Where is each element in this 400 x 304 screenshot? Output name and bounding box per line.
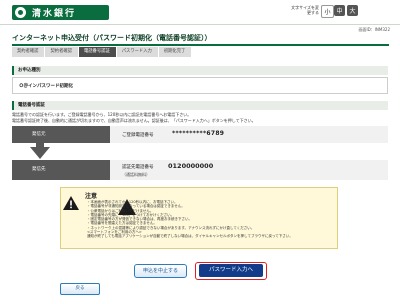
- caution-title: 注意: [85, 193, 98, 200]
- toll-free-note: （通話料無料）: [122, 172, 150, 177]
- application-type-value: Ｏ＠インパスワード初期化: [19, 84, 73, 89]
- caller-field-label: ご登録電話番号: [122, 133, 154, 138]
- application-type-box: Ｏ＠インパスワード初期化: [12, 77, 388, 94]
- bank-logo-icon: [15, 7, 26, 18]
- header-divider: [0, 24, 400, 25]
- step-5: 初期化完了: [158, 47, 192, 57]
- font-size-large-button[interactable]: 大: [347, 5, 358, 16]
- password-entry-button[interactable]: パスワード入力へ: [199, 264, 263, 277]
- phone-auth-instructions: 電話番号での認証を行います。ご登録電話番号から、120秒以内に認証先電話番号へお…: [12, 112, 388, 123]
- caller-phone-value: **********6789: [172, 130, 225, 137]
- caller-label: 発信元: [12, 126, 110, 143]
- caution-item: 通知が終了しても電話アプリケーションが自動で終了しない場合は、ダイヤルキャンセル…: [87, 234, 293, 239]
- warning-triangle-icon: [63, 196, 79, 210]
- back-button[interactable]: 戻る: [60, 283, 100, 295]
- step-2: 契約者確認: [45, 47, 78, 57]
- progress-steps: 契約者確認 契約者確認 電話番号認証 パスワード入力 初期化完了: [12, 47, 192, 57]
- application-type-heading: お申込種別: [12, 66, 388, 75]
- phone-auth-heading: 電話番号認証: [12, 101, 388, 110]
- bank-logo: 清水銀行: [12, 5, 109, 20]
- destination-phone-value: 0120000000: [168, 162, 214, 170]
- step-1: 契約者確認: [12, 47, 45, 57]
- bank-name: 清水銀行: [32, 9, 77, 19]
- instruction-line: 電話番号認証終了後、自動的に通話が切れますので、自動音声は流れません。認証後は、…: [12, 117, 256, 123]
- font-size-label: 文字サイズを変更する: [291, 5, 319, 15]
- destination-label: 発信先: [12, 160, 110, 180]
- font-size-small-button[interactable]: 小: [321, 5, 334, 18]
- font-size-medium-button[interactable]: 中: [334, 5, 345, 16]
- step-4: パスワード入力: [116, 47, 158, 57]
- page-title: インターネット申込受付（パスワード初期化（電話番号認証））: [12, 32, 389, 46]
- caution-list: ・本画面が表示されてから120秒以内に、お電話下さい。 ・電話番号が非通知設定に…: [87, 200, 333, 239]
- cancel-application-button[interactable]: 申込を中止する: [134, 264, 187, 278]
- down-arrow-icon: [30, 147, 50, 159]
- destination-field-label: 認証先電話番号: [122, 165, 154, 170]
- step-3-current: 電話番号認証: [78, 47, 116, 57]
